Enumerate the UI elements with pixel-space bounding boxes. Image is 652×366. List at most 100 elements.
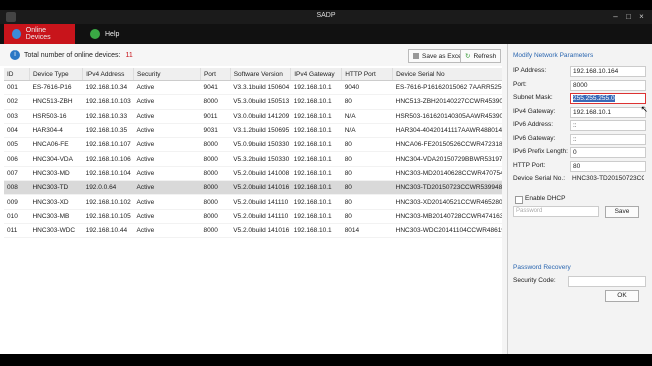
table-row[interactable]: 003 HSR503-16 192.168.10.33 Active 9011 V3.0.… [4,109,502,124]
table-row[interactable]: 011 HNC303-WDC 192.168.10.44 Active 8000 V5.2… [4,223,502,239]
table-cell: V5.3.2build 150330 [230,151,291,167]
field-label: IPv6 Address: [513,121,554,128]
table-cell: 192.168.10.104 [82,166,134,182]
table-cell: 192.168.10.1 [290,180,342,196]
refresh-icon: ↻ [465,53,471,60]
table-cell: 8000 [200,151,231,167]
table-row[interactable]: 002 HNC513-ZBH 192.168.10.103 Active 8000 V5.… [4,94,502,110]
field-value: 192.168.10.164 [573,68,619,75]
table-cell: 80 [341,166,393,182]
table-cell: 9031 [200,123,231,139]
column-header[interactable]: Software Version [230,68,292,81]
field-input[interactable]: HNC303-TD20150723CC\ [570,174,644,183]
field-input[interactable]: :: [570,133,646,145]
table-cell: 8000 [200,209,231,224]
column-header[interactable]: ID [4,68,30,81]
table-row[interactable]: 009 HNC303-XD 192.168.10.102 Active 8000 V5.2… [4,194,502,210]
table-cell: 003 [4,109,30,124]
title-bar: SADP – □ × [0,10,652,24]
table-cell: 8000 [200,180,231,196]
table-row[interactable]: 004 HAR304-4 192.168.10.35 Active 9031 V3.1.2… [4,123,502,139]
table-cell: 008 [4,180,30,196]
enable-dhcp-label: Enable DHCP [525,195,566,202]
table-cell: 192.168.10.105 [82,209,134,224]
table-cell: HNC304-VDA [29,151,83,167]
table-cell: HSR503-16 [29,109,83,124]
table-cell: 9011 [200,109,231,124]
enable-dhcp-checkbox[interactable] [515,196,523,204]
table-cell: Active [133,209,201,224]
minimize-icon[interactable]: – [611,12,620,21]
table-cell: ES-7616-P16162015062 7AARR52562... [392,80,502,96]
field-value: 0 [573,149,577,156]
table-row[interactable]: 006 HNC304-VDA 192.168.10.106 Active 8000 V5.… [4,151,502,167]
column-header[interactable]: Port [200,68,231,81]
ok-button[interactable]: OK [605,290,639,302]
field-input[interactable]: 192.168.10.164 [570,66,646,77]
table-cell: 8000 [200,94,231,110]
close-icon[interactable]: × [637,12,646,21]
refresh-button[interactable]: ↻ Refresh [460,49,502,63]
field-input[interactable]: 8000 [570,79,646,91]
table-cell: 80 [341,137,393,153]
password-input[interactable]: Password [513,206,599,217]
table-cell: Active [133,223,201,239]
table-row[interactable]: 005 HNCA06-FE 192.168.10.107 Active 8000 V5.0… [4,137,502,153]
table-cell: 010 [4,209,30,224]
table-cell: 192.168.10.1 [290,137,342,153]
table-cell: Active [133,137,201,153]
table-row[interactable]: 007 HNC303-MD 192.168.10.104 Active 8000 V5.2… [4,166,502,182]
field-label: IPv6 Prefix Length: [513,148,568,155]
table-cell: HNC304-VDA20150729BBWR531973... [392,151,502,167]
save-button[interactable]: Save [605,206,639,218]
field-value: 80 [573,162,581,170]
table-cell: 192.168.10.34 [82,80,134,96]
table-cell: 001 [4,80,30,96]
device-list-pane: i Total number of online devices: 11 Sav… [0,44,502,354]
tab-help[interactable]: Help [82,24,153,44]
table-cell: HNC303-MD20140628CCWR470754... [392,166,502,182]
table-cell: 80 [341,151,393,167]
column-header[interactable]: Device Serial No [392,68,502,81]
table-header: ID Device Type IPv4 Address Security Port Sof… [4,68,502,81]
table-row[interactable]: 001 ES-7616-P16 192.168.10.34 Active 9041 V3.… [4,80,502,96]
field-input[interactable]: 255.255.255.0 [570,93,646,104]
table-cell: HNC303-MB20140728CCWR474163... [392,209,502,224]
total-devices-label: Total number of online devices: [24,52,121,59]
field-label: IPv6 Gateway: [513,134,556,142]
main-content: i Total number of online devices: 11 Sav… [0,44,652,354]
table-cell: HNC303-MD [29,166,83,182]
table-cell: 192.168.10.1 [290,166,342,182]
sadp-window: SADP – □ × Online Devices Help i Total n… [0,0,652,366]
tab-online-devices[interactable]: Online Devices [4,24,75,44]
table-cell: Active [133,180,201,196]
table-row[interactable]: 008 HNC303-TD 192.0.0.64 Active 8000 V5.2.0bu… [4,180,502,196]
save-as-excel-label: Save as Excel [422,52,464,60]
table-row[interactable]: 010 HNC303-MB 192.168.10.105 Active 8000 V5.2… [4,209,502,224]
security-code-input[interactable] [568,276,646,287]
table-cell: 80 [341,194,393,210]
table-cell: HNC303-WDC20141104CCWR48619... [392,223,502,239]
column-header[interactable]: HTTP Port [341,68,394,81]
table-cell: N/A [341,123,393,139]
field-input[interactable]: 80 [570,160,646,172]
table-cell: V5.0.9build 150330 [230,137,291,153]
table-cell: 011 [4,223,30,239]
table-cell: 192.168.10.102 [82,194,134,210]
table-cell: HAR304-4 [29,123,83,139]
refresh-label: Refresh [473,52,497,60]
field-input[interactable]: :: [570,120,646,131]
devices-icon [12,29,21,39]
maximize-icon[interactable]: □ [624,12,633,21]
table-cell: 006 [4,151,30,167]
field-input[interactable]: 192.168.10.1 [570,106,646,118]
table-cell: V3.1.2build 150695 [230,123,291,139]
column-header[interactable]: IPv4 Address [82,68,135,81]
table-cell: 192.168.10.1 [290,80,342,96]
field-label: Device Serial No.: [513,175,566,182]
column-header[interactable]: IPv4 Gateway [290,68,343,81]
field-input[interactable]: 0 [570,147,646,158]
column-header[interactable]: Security [133,68,201,81]
column-header[interactable]: Device Type [29,68,84,81]
device-table: ID Device Type IPv4 Address Security Port Sof… [4,68,502,354]
